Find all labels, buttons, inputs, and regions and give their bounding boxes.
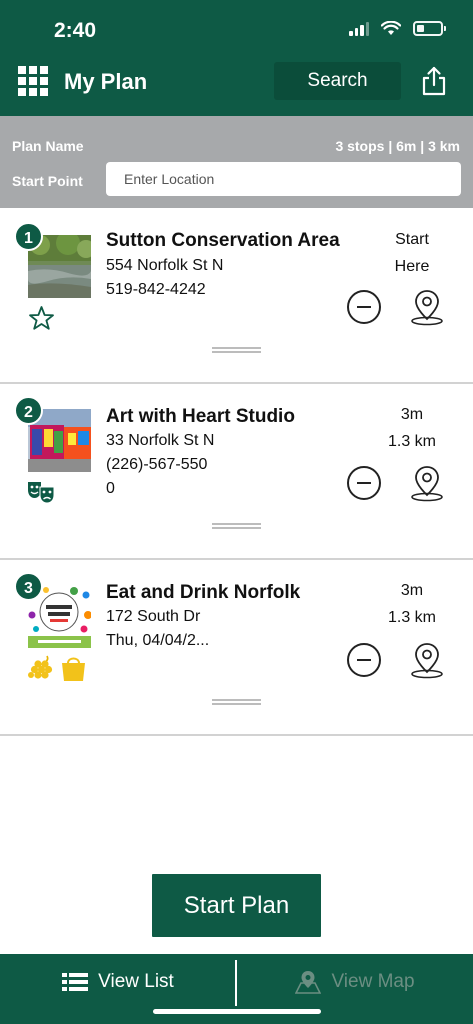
bottom-tab-bar: View List View Map — [0, 954, 473, 1024]
map-pin-icon[interactable] — [410, 464, 444, 502]
stop-number: 3 — [14, 572, 43, 601]
stop-number: 2 — [14, 396, 43, 425]
stop-phone[interactable]: (226)-567-550 — [106, 456, 207, 474]
stop-meta-line: Here — [394, 258, 430, 275]
stop-name[interactable]: Art with Heart Studio — [106, 406, 295, 428]
drag-handle[interactable] — [212, 523, 261, 529]
stop-phone-continued: 0 — [106, 480, 115, 497]
stop-meta: Start Here — [377, 226, 447, 280]
page-title: My Plan — [64, 69, 148, 94]
menu-grid-icon[interactable] — [18, 66, 48, 96]
stop-address: 172 South Dr — [106, 608, 201, 625]
plan-stats: 3 stops | 6m | 3 km — [335, 138, 460, 154]
shopping-bag-icon — [62, 657, 85, 681]
stop-card-3[interactable]: 3 Eat and Drink Norfolk 172 South Dr Thu… — [0, 560, 473, 736]
status-time: 2:40 — [54, 19, 97, 42]
drag-handle[interactable] — [212, 699, 261, 705]
top-bar: 2:40 My Plan Search — [0, 0, 473, 116]
map-pin-icon[interactable] — [410, 641, 444, 679]
stop-distance: 1.3 km — [387, 433, 436, 450]
plan-header: Plan Name 3 stops | 6m | 3 km Start Poin… — [0, 116, 473, 208]
list-icon — [62, 973, 89, 991]
tab-view-list-label: View List — [98, 971, 174, 992]
tab-view-list[interactable]: View List — [0, 954, 236, 1010]
status-icons — [349, 21, 446, 36]
stop-meta-line: Start — [395, 231, 429, 248]
drag-handle[interactable] — [212, 347, 261, 353]
stop-name[interactable]: Sutton Conservation Area — [106, 230, 340, 252]
cellular-signal-icon — [349, 21, 369, 36]
stop-number: 1 — [14, 222, 43, 251]
stop-card-1[interactable]: 1 Sutton Conservation Area 554 Norfolk S… — [0, 208, 473, 384]
start-plan-button[interactable]: Start Plan — [152, 874, 321, 937]
remove-stop-button[interactable] — [347, 643, 381, 677]
start-point-input[interactable] — [106, 162, 461, 196]
remove-stop-button[interactable] — [347, 466, 381, 500]
plan-name-label: Plan Name — [12, 138, 84, 154]
grapes-icon — [28, 655, 53, 679]
stop-date: Thu, 04/04/2... — [106, 632, 210, 649]
tab-view-map-label: View Map — [331, 971, 415, 992]
wifi-icon — [381, 21, 401, 35]
category-icons — [27, 654, 87, 682]
stop-duration: 3m — [400, 406, 424, 423]
stop-meta: 3m 1.3 km — [377, 577, 447, 631]
battery-icon — [413, 21, 446, 36]
stop-distance: 1.3 km — [387, 609, 436, 626]
star-outline-icon[interactable] — [28, 305, 55, 331]
tab-view-map[interactable]: View Map — [237, 954, 473, 1010]
home-indicator — [153, 1009, 321, 1014]
share-icon[interactable] — [420, 66, 448, 96]
stop-phone[interactable]: 519-842-4242 — [106, 281, 206, 299]
map-pin-icon[interactable] — [410, 288, 444, 326]
remove-stop-button[interactable] — [347, 290, 381, 324]
stop-address: 554 Norfolk St N — [106, 257, 224, 274]
map-icon — [295, 971, 322, 994]
stop-duration: 3m — [400, 582, 424, 599]
stop-name[interactable]: Eat and Drink Norfolk — [106, 582, 300, 604]
stop-address: 33 Norfolk St N — [106, 432, 215, 449]
stop-meta: 3m 1.3 km — [377, 401, 447, 455]
theater-masks-icon — [28, 482, 55, 504]
search-button[interactable]: Search — [274, 62, 401, 100]
start-point-label: Start Point — [12, 173, 83, 189]
stop-card-2[interactable]: 2 Art with Heart Studio 33 Norfolk St N … — [0, 384, 473, 560]
